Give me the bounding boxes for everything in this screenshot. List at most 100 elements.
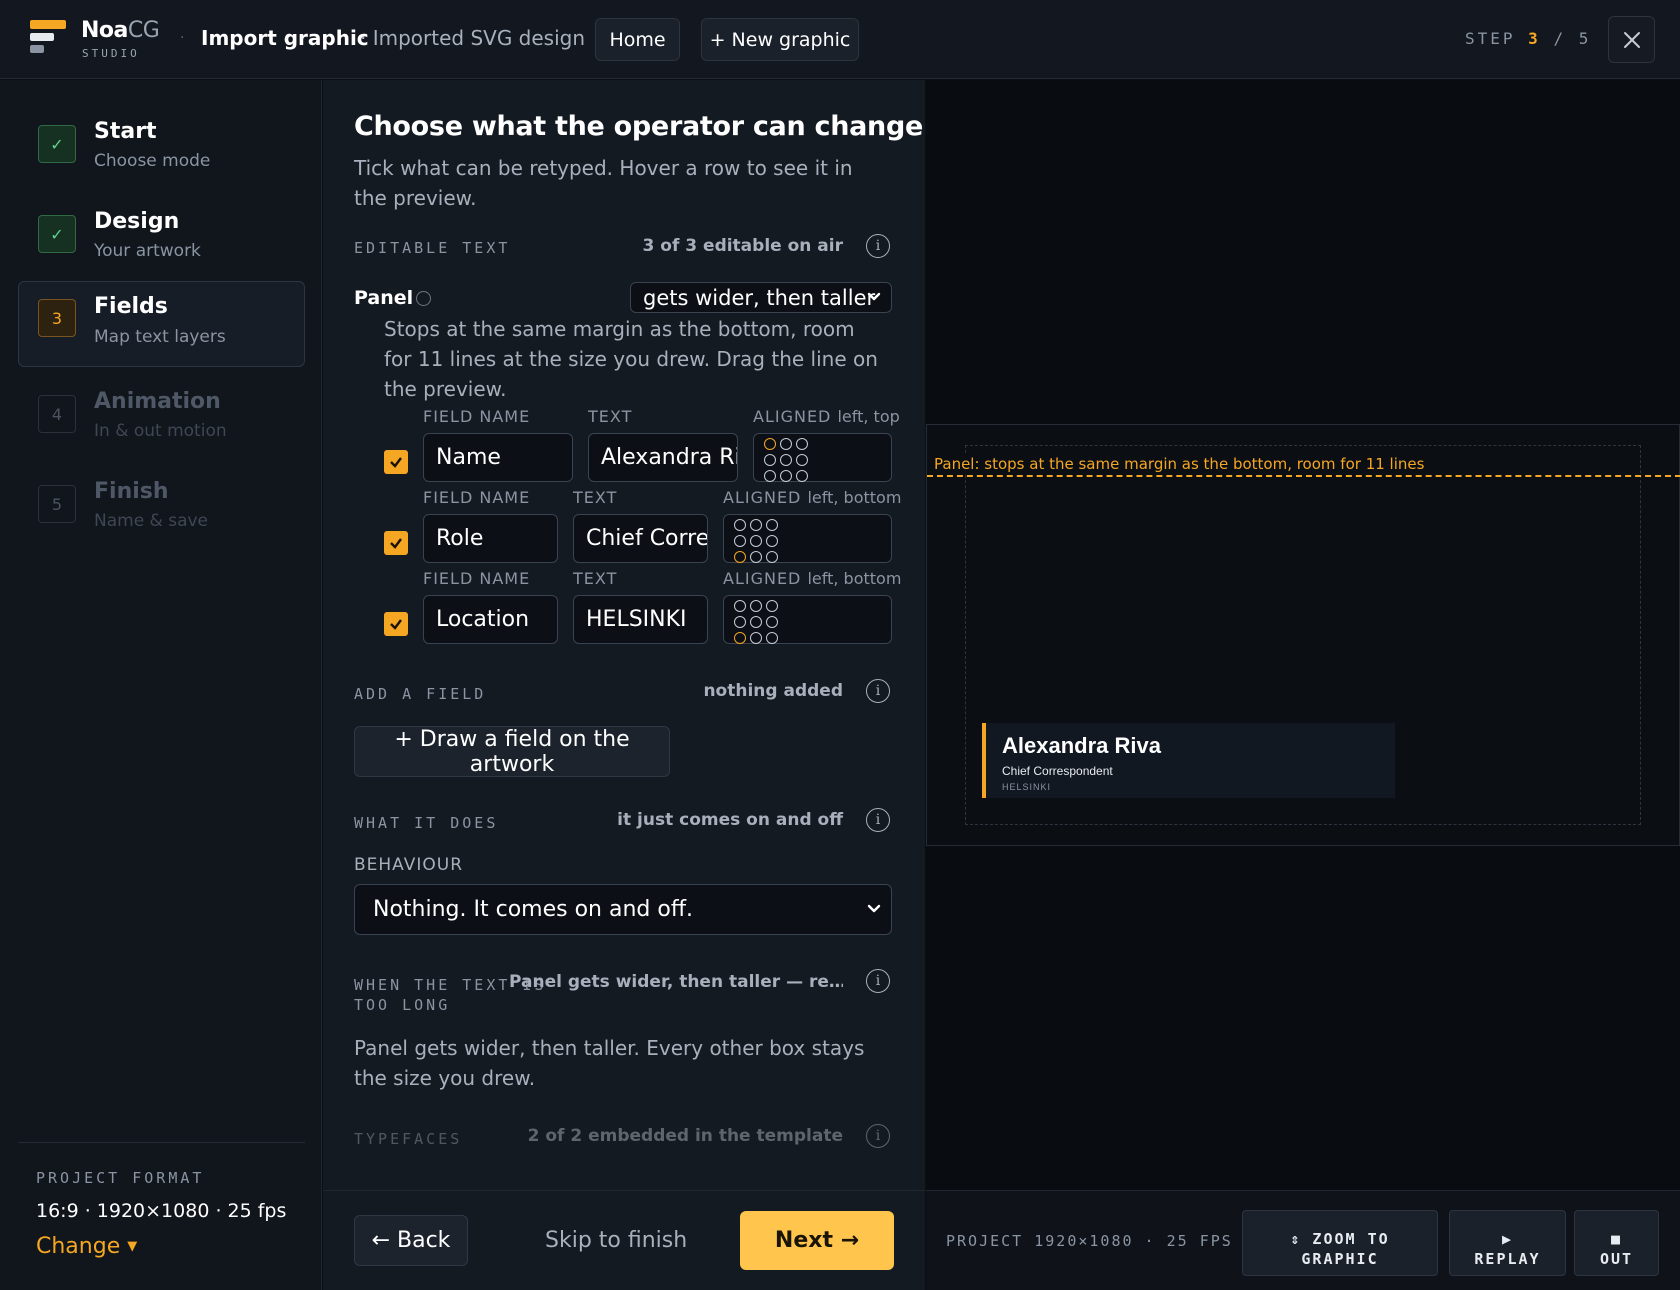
overflow-summary: Panel gets wider, then taller — re… bbox=[509, 972, 843, 992]
behaviour-select[interactable]: Nothing. It comes on and off. bbox=[354, 884, 892, 935]
info-icon[interactable]: i bbox=[866, 679, 890, 703]
text-header: TEXT bbox=[588, 407, 633, 426]
alignment-dot[interactable] bbox=[750, 535, 762, 547]
fields-panel: Choose what the operator can change Tick… bbox=[323, 80, 925, 1190]
panel-grow-select[interactable]: gets wider, then taller bbox=[630, 282, 892, 313]
text-header: TEXT bbox=[573, 488, 618, 507]
field-name-header: FIELD NAME bbox=[423, 488, 531, 507]
wizard-step-design[interactable]: ✓ Design Your artwork bbox=[18, 195, 305, 281]
field-checkbox[interactable] bbox=[384, 450, 408, 474]
field-text-input[interactable]: HELSINKI bbox=[573, 595, 708, 644]
alignment-dot[interactable] bbox=[766, 632, 778, 644]
alignment-dot[interactable] bbox=[750, 632, 762, 644]
text-header: TEXT bbox=[573, 569, 618, 588]
field-checkbox[interactable] bbox=[384, 612, 408, 636]
chevron-down-icon bbox=[867, 904, 881, 913]
alignment-dot[interactable] bbox=[750, 519, 762, 531]
stop-icon: ■ bbox=[1610, 1230, 1623, 1248]
next-button[interactable]: Next → bbox=[740, 1211, 894, 1270]
overflow-description: Panel gets wider, then taller. Every oth… bbox=[354, 1036, 865, 1090]
field-text-input[interactable]: Alexandra Riva bbox=[588, 433, 738, 482]
step-sub: Choose mode bbox=[94, 151, 211, 171]
preview-toolbar: PROJECT 1920×1080 · 25 FPS ⇕ ZOOM TO GRAP… bbox=[926, 1190, 1680, 1290]
alignment-dot[interactable] bbox=[734, 519, 746, 531]
draw-field-button[interactable]: + Draw a field on the artwork bbox=[354, 726, 670, 777]
alignment-dot[interactable] bbox=[766, 519, 778, 531]
preview-stage: Panel: stops at the same margin as the b… bbox=[926, 424, 1680, 846]
alignment-grid[interactable] bbox=[753, 433, 892, 482]
alignment-grid[interactable] bbox=[723, 595, 892, 644]
lower-third-graphic: Alexandra Riva Chief Correspondent HELSI… bbox=[982, 723, 1395, 798]
panel-footer: ← Back Skip to finish Next → bbox=[323, 1190, 925, 1290]
step-number-badge: 5 bbox=[38, 485, 76, 523]
alignment-dot[interactable] bbox=[764, 438, 776, 450]
play-icon: ▶ bbox=[1501, 1230, 1514, 1248]
close-icon bbox=[1623, 31, 1640, 48]
info-icon[interactable]: i bbox=[866, 1124, 890, 1148]
skip-to-finish-button[interactable]: Skip to finish bbox=[545, 1215, 687, 1266]
editable-text-label: EDITABLE TEXT bbox=[354, 239, 511, 257]
alignment-dot[interactable] bbox=[750, 551, 762, 563]
field-text-input[interactable]: Chief Correspondent bbox=[573, 514, 708, 563]
home-button[interactable]: Home bbox=[595, 18, 680, 61]
field-name-input[interactable]: Role bbox=[423, 514, 558, 563]
panel-field-label: Panel bbox=[354, 287, 414, 309]
alignment-dot[interactable] bbox=[750, 600, 762, 612]
back-button[interactable]: ← Back bbox=[354, 1215, 468, 1266]
alignment-dot[interactable] bbox=[764, 454, 776, 466]
aligned-header: ALIGNED left, top bbox=[753, 407, 900, 426]
alignment-dot[interactable] bbox=[734, 535, 746, 547]
alignment-dot[interactable] bbox=[796, 454, 808, 466]
wizard-step-finish[interactable]: 5 Finish Name & save bbox=[18, 465, 305, 551]
header-separator: · bbox=[180, 30, 185, 46]
replay-button[interactable]: ▶ REPLAY bbox=[1449, 1210, 1566, 1276]
page-title: Import graphic bbox=[201, 26, 369, 50]
field-name-input[interactable]: Name bbox=[423, 433, 573, 482]
alignment-dot[interactable] bbox=[766, 551, 778, 563]
alignment-dot[interactable] bbox=[780, 438, 792, 450]
alignment-dot[interactable] bbox=[734, 632, 746, 644]
step-sub: Your artwork bbox=[94, 241, 201, 261]
project-info: PROJECT 1920×1080 · 25 FPS bbox=[946, 1232, 1233, 1250]
alignment-dot[interactable] bbox=[796, 438, 808, 450]
field-name-header: FIELD NAME bbox=[423, 569, 531, 588]
step-indicator: STEP 3 / 5 bbox=[1465, 29, 1592, 48]
panel-radio[interactable] bbox=[416, 291, 431, 306]
alignment-dot[interactable] bbox=[734, 616, 746, 628]
project-format-value: 16:9 · 1920×1080 · 25 fps bbox=[36, 1200, 287, 1222]
field-checkbox[interactable] bbox=[384, 531, 408, 555]
page-subtitle: · Imported SVG design bbox=[360, 26, 586, 50]
add-field-summary: nothing added bbox=[703, 681, 843, 701]
alignment-dot[interactable] bbox=[764, 470, 776, 482]
field-name-input[interactable]: Location bbox=[423, 595, 558, 644]
alignment-dot[interactable] bbox=[734, 551, 746, 563]
alignment-dot[interactable] bbox=[766, 600, 778, 612]
out-button[interactable]: ■ OUT bbox=[1574, 1210, 1659, 1276]
lower-third-name: Alexandra Riva bbox=[1002, 733, 1161, 758]
wizard-step-start[interactable]: ✓ Start Choose mode bbox=[18, 105, 305, 191]
panel-note: Stops at the same margin as the bottom, … bbox=[384, 317, 878, 401]
change-format-button[interactable]: Change ▼ bbox=[36, 1234, 137, 1259]
alignment-dot[interactable] bbox=[780, 470, 792, 482]
aligned-header: ALIGNED left, bottom bbox=[723, 569, 902, 588]
close-button[interactable] bbox=[1608, 16, 1655, 63]
check-icon: ✓ bbox=[38, 215, 76, 253]
wizard-step-fields[interactable]: 3 Fields Map text layers bbox=[18, 281, 305, 367]
info-icon[interactable]: i bbox=[866, 969, 890, 993]
alignment-grid[interactable] bbox=[723, 514, 892, 563]
alignment-dot[interactable] bbox=[796, 470, 808, 482]
alignment-dot[interactable] bbox=[766, 616, 778, 628]
wizard-step-animation[interactable]: 4 Animation In & out motion bbox=[18, 375, 305, 461]
alignment-dot[interactable] bbox=[780, 454, 792, 466]
info-icon[interactable]: i bbox=[866, 234, 890, 258]
alignment-dot[interactable] bbox=[750, 616, 762, 628]
step-number-badge: 3 bbox=[38, 299, 76, 337]
zoom-to-graphic-button[interactable]: ⇕ ZOOM TO GRAPHIC bbox=[1242, 1210, 1438, 1276]
info-icon[interactable]: i bbox=[866, 808, 890, 832]
margin-guide-line[interactable] bbox=[927, 475, 1680, 477]
lower-third-role: Chief Correspondent bbox=[1002, 764, 1113, 778]
alignment-dot[interactable] bbox=[734, 600, 746, 612]
new-graphic-button[interactable]: + New graphic bbox=[701, 18, 859, 61]
caret-down-icon: ▼ bbox=[127, 1239, 138, 1254]
alignment-dot[interactable] bbox=[766, 535, 778, 547]
